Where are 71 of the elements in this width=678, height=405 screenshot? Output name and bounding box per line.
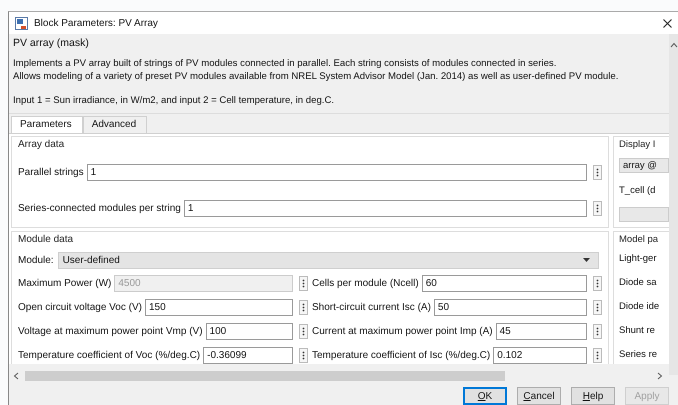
field-label: Open circuit voltage Voc (V): [18, 302, 142, 312]
input-field[interactable]: 150: [144, 298, 293, 316]
ellipsis-button[interactable]: [593, 324, 602, 338]
window-title: Block Parameters: PV Array: [34, 18, 159, 28]
field-label: Maximum Power (W): [18, 278, 112, 288]
dots-icon: [596, 168, 599, 176]
field-label: Series re: [619, 348, 658, 362]
field-label: Shunt re: [619, 324, 656, 338]
input-field[interactable]: 100: [206, 322, 293, 340]
ellipsis-button[interactable]: [299, 324, 308, 338]
input-field[interactable]: array @: [619, 158, 669, 173]
input-field[interactable]: 45: [496, 322, 587, 340]
group-title: Display I: [619, 139, 656, 150]
field-label: Voltage at maximum power point Vmp (V): [18, 326, 203, 336]
dots-icon: [596, 204, 599, 212]
dialog-button[interactable]: OK: [463, 387, 507, 405]
input-field[interactable]: [619, 207, 669, 222]
group-title: Array data: [18, 139, 64, 150]
vertical-scrollbar[interactable]: [669, 34, 678, 375]
dots-icon: [302, 302, 305, 312]
field-label: Parallel strings: [18, 166, 84, 178]
scroll-right-icon[interactable]: [657, 372, 663, 380]
input-field[interactable]: -0.36099: [203, 346, 293, 364]
dots-icon: [596, 302, 599, 312]
dots-icon: [302, 326, 305, 336]
dialog-button[interactable]: Help: [571, 387, 615, 405]
ellipsis-button[interactable]: [593, 348, 602, 362]
field-label: Module:: [18, 254, 54, 266]
dots-icon: [302, 350, 305, 360]
ellipsis-button[interactable]: [299, 348, 308, 362]
field-label: Diode ide: [619, 300, 660, 314]
dots-icon: [596, 278, 599, 288]
input-field[interactable]: 1: [86, 164, 587, 180]
ellipsis-button[interactable]: [593, 164, 602, 180]
description-text: Input 1 = Sun irradiance, in W/m2, and input 2 = Cell temperature, in deg.C.: [13, 94, 334, 107]
scrollbar-thumb[interactable]: [25, 371, 505, 382]
group-title: Module data: [18, 234, 74, 245]
mask-title: PV array (mask): [13, 37, 89, 49]
field-label: T_cell (d: [619, 184, 656, 198]
field-label: Cells per module (Ncell): [312, 278, 419, 288]
caret-icon: [583, 258, 590, 262]
close-icon[interactable]: [663, 18, 672, 28]
ellipsis-button[interactable]: [593, 200, 602, 216]
dots-icon: [596, 326, 599, 336]
field-label: Current at maximum power point Imp (A): [312, 326, 493, 336]
dropdown[interactable]: User-defined: [58, 252, 599, 268]
input-field[interactable]: 0.102: [493, 346, 587, 364]
description-text: Implements a PV array built of strings of PV modules connected in parallel. Each string consists of modules connected in series. Allows modeling of a variety of preset PV modules available from NREL System Advisor Model (Jan. 2014) as well as user-defined PV module.: [13, 57, 618, 83]
input-field[interactable]: 1: [184, 200, 587, 216]
dialog-button: Apply: [625, 387, 669, 405]
scroll-up-icon[interactable]: [670, 42, 678, 48]
dots-icon: [302, 278, 305, 288]
field-label: Light-ger: [619, 252, 658, 266]
ellipsis-button[interactable]: [593, 300, 602, 314]
field-label: Temperature coefficient of Isc (%/deg.C): [312, 350, 490, 360]
field-label: Short-circuit current Isc (A): [312, 302, 431, 312]
ellipsis-button[interactable]: [299, 300, 308, 314]
dots-icon: [596, 350, 599, 360]
ellipsis-button[interactable]: [593, 276, 602, 290]
block-icon: [15, 16, 28, 30]
input-field[interactable]: 60: [422, 274, 587, 292]
group-title: Model pa: [619, 234, 658, 245]
input-field[interactable]: 50: [434, 298, 587, 316]
ellipsis-button[interactable]: [299, 276, 308, 290]
tab[interactable]: Parameters: [11, 116, 83, 133]
dialog-button[interactable]: Cancel: [517, 387, 561, 405]
scroll-left-icon[interactable]: [13, 372, 19, 380]
tab[interactable]: Advanced: [82, 116, 148, 133]
field-label: Diode sa: [619, 276, 658, 290]
field-label: Temperature coefficient of Voc (%/deg.C): [18, 350, 200, 360]
field-label: Series-connected modules per string: [18, 202, 181, 214]
